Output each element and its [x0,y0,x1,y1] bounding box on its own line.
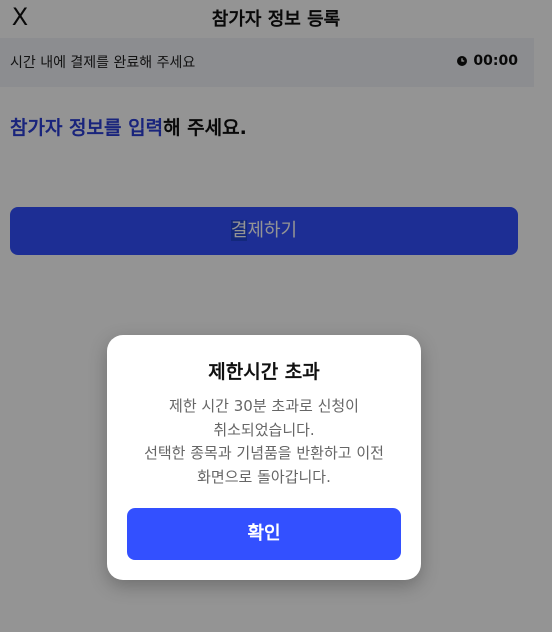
dialog-line: 선택한 종목과 기념품을 반환하고 이전 [144,444,384,462]
dialog-line: 취소되었습니다. [213,420,315,439]
timeout-dialog: 제한시간 초과 제한 시간 30분 초과로 신청이 취소되었습니다. 선택한 종… [107,335,421,580]
dialog-title: 제한시간 초과 [208,361,320,383]
dialog-message: 제한 시간 30분 초과로 신청이 취소되었습니다. 선택한 종목과 기념품을 … [117,395,411,489]
dialog-line: 화면으로 돌아갑니다. [197,467,331,486]
dialog-line: 제한 시간 30분 초과로 신청이 [169,397,359,415]
confirm-button[interactable]: 확인 [127,508,401,560]
